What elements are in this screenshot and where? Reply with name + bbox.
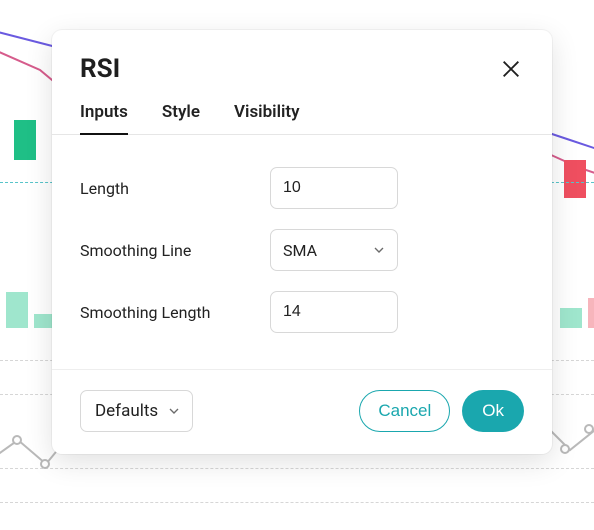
rsi-settings-modal: RSI Inputs Style Visibility Length Smoot…	[52, 30, 552, 454]
length-input[interactable]	[270, 167, 398, 209]
row-smoothing-length: Smoothing Length	[80, 281, 524, 343]
footer-actions: Cancel Ok	[359, 390, 524, 432]
smoothing-line-select[interactable]: SMA	[270, 229, 398, 271]
chevron-down-icon	[371, 242, 387, 258]
bg-dashed-line	[0, 468, 594, 469]
smoothing-length-input[interactable]	[270, 291, 398, 333]
modal-header: RSI	[52, 30, 552, 88]
bg-bar	[560, 308, 582, 328]
bg-dot	[40, 459, 50, 469]
tabs: Inputs Style Visibility	[52, 88, 552, 135]
tab-inputs[interactable]: Inputs	[80, 102, 128, 134]
tab-style[interactable]: Style	[162, 102, 200, 134]
bg-candle-green	[14, 120, 36, 160]
modal-footer: Defaults Cancel Ok	[52, 369, 552, 454]
row-length: Length	[80, 157, 524, 219]
smoothing-line-value: SMA	[283, 241, 317, 260]
ok-button[interactable]: Ok	[462, 390, 524, 432]
bg-dot	[560, 444, 570, 454]
modal-title: RSI	[80, 54, 120, 84]
defaults-button[interactable]: Defaults	[80, 390, 193, 432]
defaults-label: Defaults	[95, 401, 158, 421]
bg-bar	[6, 292, 28, 328]
smoothing-length-label: Smoothing Length	[80, 303, 270, 322]
bg-dot	[12, 435, 22, 445]
modal-body: Length Smoothing Line SMA Smoothing Leng…	[52, 135, 552, 369]
smoothing-line-label: Smoothing Line	[80, 241, 270, 260]
tab-visibility[interactable]: Visibility	[234, 102, 300, 134]
bg-candle-red	[564, 160, 586, 198]
cancel-button[interactable]: Cancel	[359, 390, 450, 432]
bg-bar	[588, 298, 594, 328]
close-button[interactable]	[498, 56, 524, 82]
bg-dashed-line	[0, 502, 594, 503]
bg-dot	[584, 424, 594, 434]
row-smoothing-line: Smoothing Line SMA	[80, 219, 524, 281]
close-icon	[500, 58, 522, 80]
chevron-down-icon	[166, 403, 182, 419]
length-label: Length	[80, 179, 270, 198]
